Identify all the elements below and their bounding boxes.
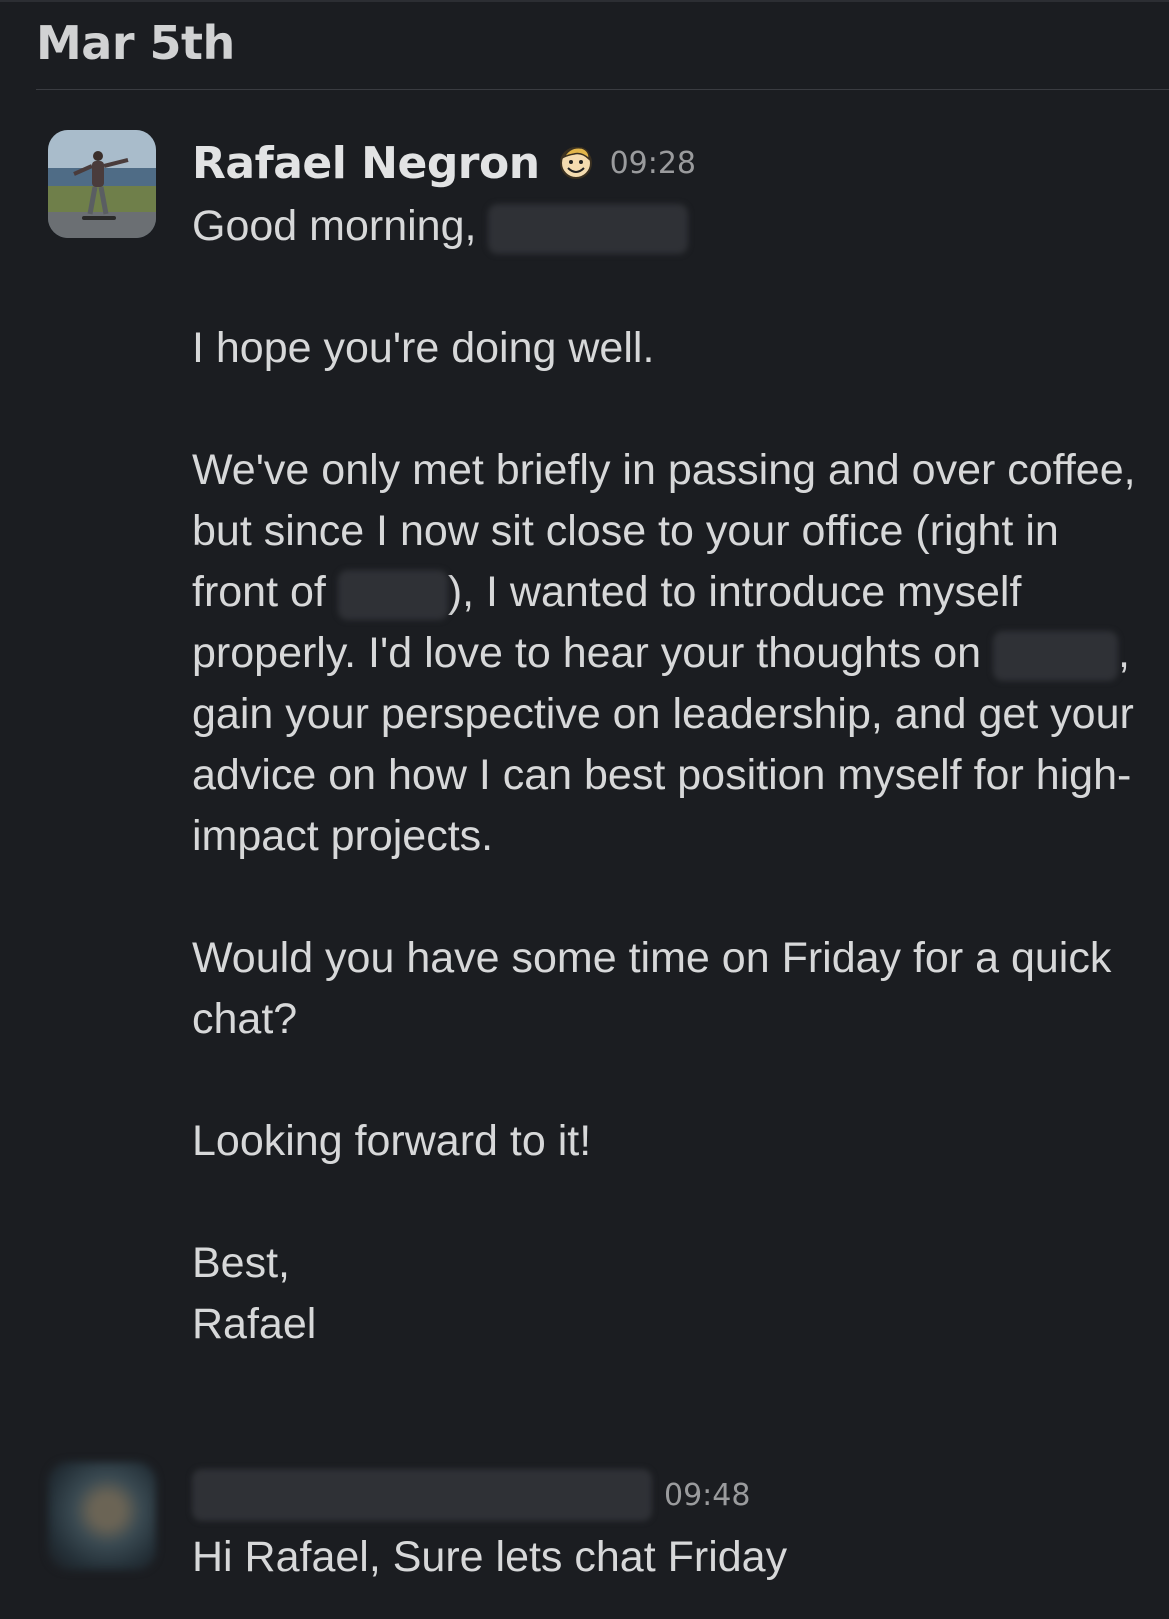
message-paragraph: Would you have some time on Friday for a…	[192, 934, 1112, 1043]
redacted-name	[488, 203, 689, 254]
redacted-topic	[993, 630, 1119, 681]
message-body: Good morning, I hope you're doing well. …	[192, 196, 1152, 1355]
date-divider-label[interactable]: Mar 5th	[36, 16, 235, 70]
sender-name[interactable]: Rafael Negron	[192, 138, 540, 189]
message-paragraph: We've only met briefly in passing and ov…	[192, 446, 1136, 860]
avatar-person-figure	[73, 151, 129, 220]
avatar[interactable]	[48, 130, 156, 238]
redacted-name	[337, 569, 448, 620]
message-paragraph: I hope you're doing well.	[192, 324, 655, 372]
message-paragraph: Looking forward to it!	[192, 1117, 592, 1165]
signature: Best, Rafael	[192, 1239, 317, 1348]
greeting-text: Good morning,	[192, 202, 477, 250]
avatar[interactable]	[48, 1462, 156, 1570]
message-body: Hi Rafael, Sure lets chat Friday	[192, 1533, 788, 1581]
message-timestamp[interactable]: 09:28	[610, 146, 696, 181]
message-header: Rafael Negron 09:28	[192, 133, 696, 193]
message-timestamp[interactable]: 09:48	[664, 1478, 750, 1513]
redacted-sender-name[interactable]	[192, 1469, 652, 1521]
date-divider-line	[36, 89, 1169, 90]
message-header: 09:48	[192, 1465, 750, 1525]
top-border	[0, 0, 1169, 2]
vault-boy-emoji-icon[interactable]	[556, 143, 596, 183]
